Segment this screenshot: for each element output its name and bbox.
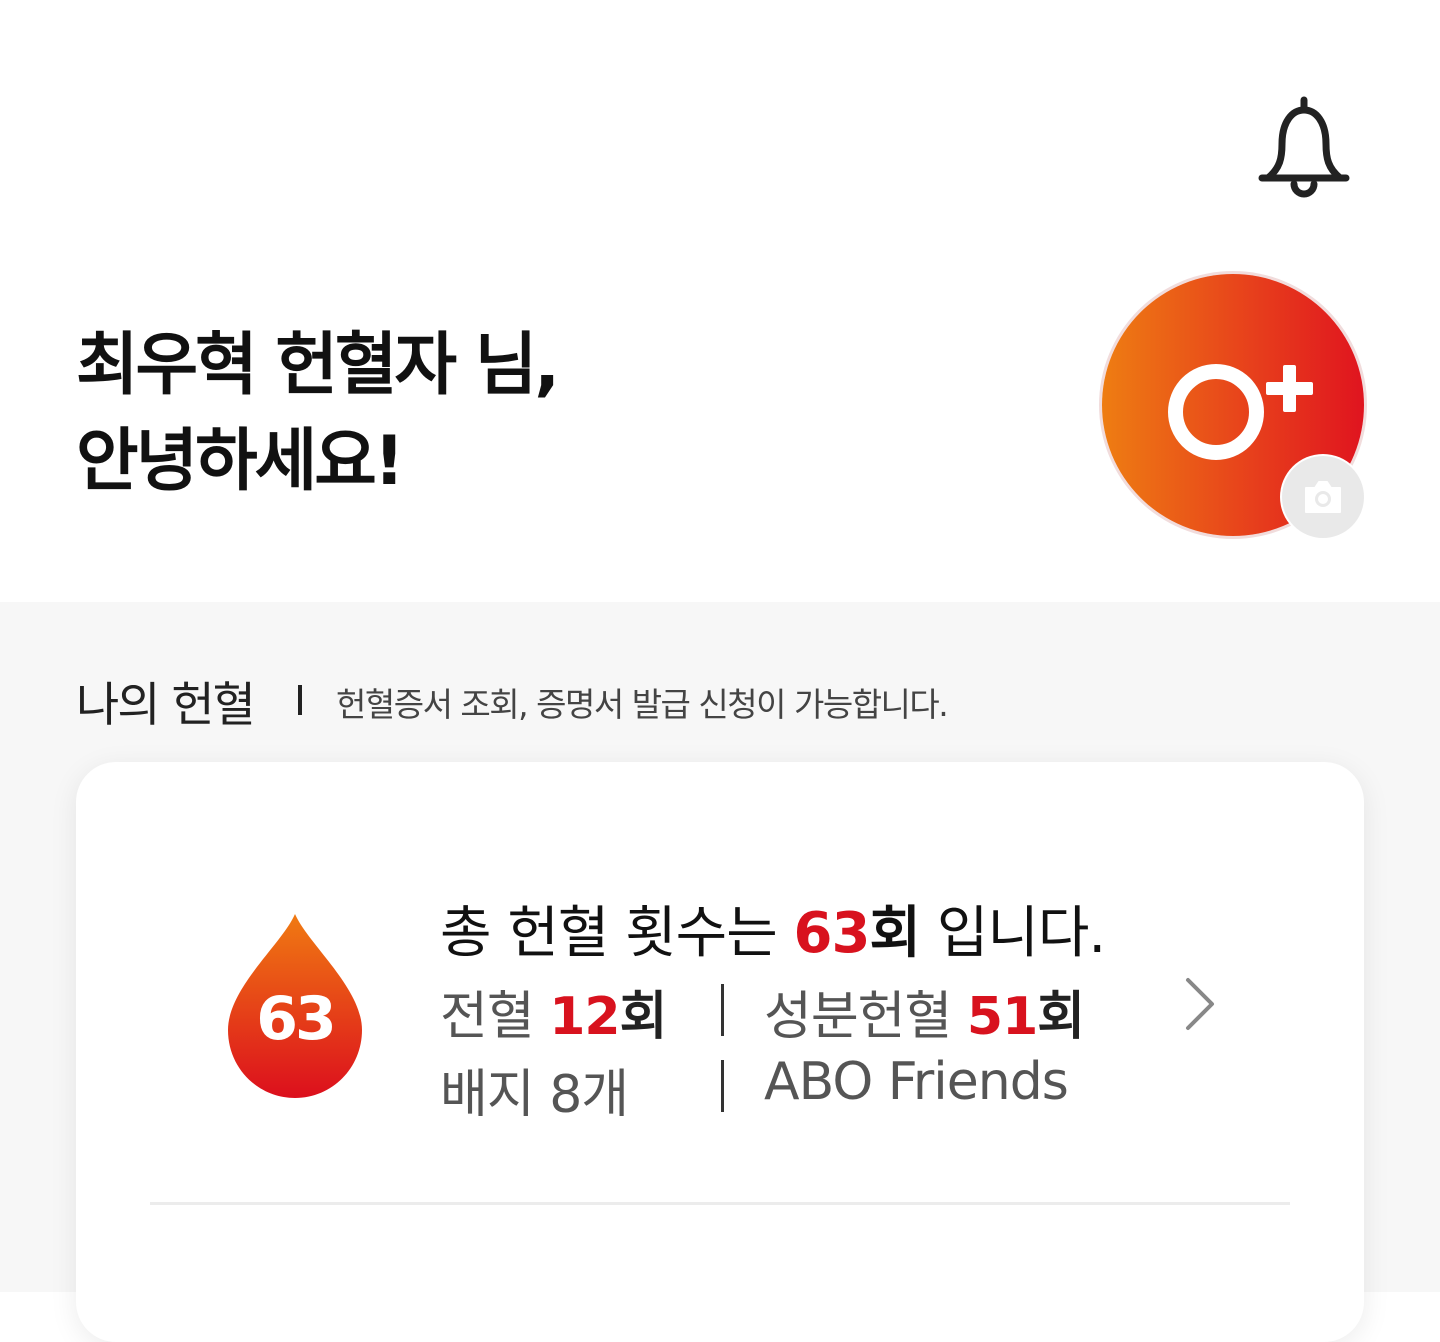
greeting-name-line: 최우혁 헌혈자 님, bbox=[76, 326, 560, 405]
section-description: 헌혈증서 조회, 증명서 발급 신청이 가능합니다. bbox=[336, 685, 949, 724]
component-label: 성분헌혈 bbox=[764, 987, 952, 1047]
total-count: 63 bbox=[793, 901, 871, 966]
badge-stat: 배지 8개 bbox=[440, 1065, 629, 1125]
camera-icon[interactable] bbox=[1282, 456, 1364, 538]
stat-divider bbox=[721, 1060, 724, 1112]
section-divider bbox=[298, 685, 302, 715]
component-stat: 성분헌혈 51회 bbox=[764, 974, 1085, 1049]
total-suffix: 입니다. bbox=[936, 901, 1106, 966]
greeting-hello-line: 안녕하세요! bbox=[76, 422, 405, 501]
total-count-line: 총 헌혈 횟수는 63회 입니다. bbox=[440, 888, 1106, 969]
total-prefix: 총 헌혈 횟수는 bbox=[440, 901, 778, 966]
whole-count: 12 bbox=[549, 987, 620, 1047]
drop-count: 63 bbox=[256, 984, 337, 1054]
donation-summary-card[interactable]: 63 총 헌혈 횟수는 63회 입니다. 전혈 12회 성분헌혈 51회 배지 … bbox=[76, 762, 1364, 1342]
whole-blood-stat: 전혈 12회 bbox=[440, 974, 668, 1049]
whole-label: 전혈 bbox=[440, 987, 535, 1047]
stat-divider bbox=[721, 984, 724, 1036]
component-unit: 회 bbox=[1037, 987, 1085, 1047]
section-title: 나의 헌혈 bbox=[76, 678, 256, 733]
component-count: 51 bbox=[966, 987, 1038, 1047]
bell-icon[interactable] bbox=[1254, 96, 1354, 200]
my-donation-section: 나의 헌혈 헌혈증서 조회, 증명서 발급 신청이 가능합니다. 63 총 헌혈… bbox=[0, 602, 1440, 1342]
chevron-right-icon[interactable] bbox=[1182, 976, 1218, 1036]
total-unit: 회 bbox=[869, 901, 921, 966]
card-divider bbox=[150, 1202, 1290, 1205]
greeting: 최우혁 헌혈자 님, 안녕하세요! bbox=[76, 318, 560, 510]
whole-unit: 회 bbox=[619, 987, 668, 1047]
header-area: 최우혁 헌혈자 님, 안녕하세요! bbox=[0, 0, 1440, 602]
abo-friends: ABO Friends bbox=[764, 1052, 1069, 1112]
